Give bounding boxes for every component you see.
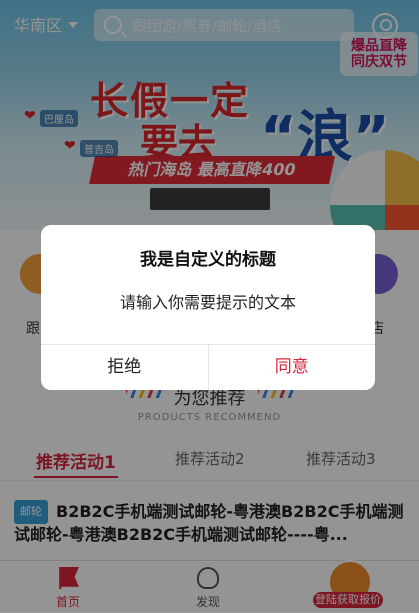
confirm-dialog: 我是自定义的标题 请输入你需要提示的文本 拒绝 同意	[41, 225, 375, 390]
dialog-actions: 拒绝 同意	[41, 344, 375, 390]
reject-button[interactable]: 拒绝	[41, 345, 209, 390]
agree-button[interactable]: 同意	[209, 345, 376, 390]
dialog-message: 请输入你需要提示的文本	[119, 293, 296, 312]
dialog-title: 我是自定义的标题	[140, 250, 276, 270]
